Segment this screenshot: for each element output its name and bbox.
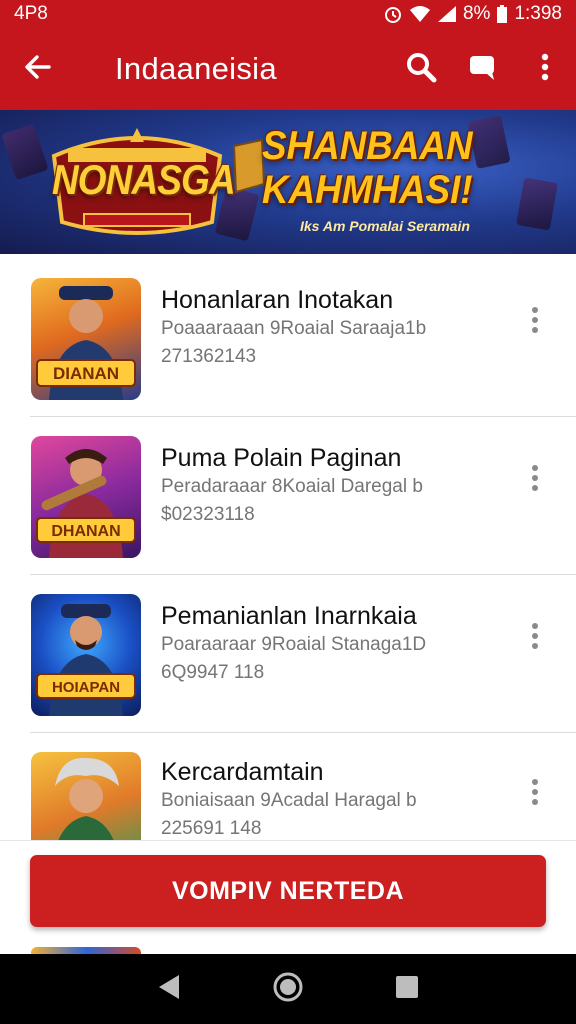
game-thumbnail: DHANAN [31, 436, 141, 558]
circle-home-icon [272, 971, 304, 1008]
card-decoration-icon [1, 123, 49, 181]
banner-subtitle: Iks Am Pomalai Seramain [300, 218, 470, 234]
game-thumbnail: DIANAN [31, 278, 141, 400]
arrow-back-icon [23, 52, 53, 87]
character-portrait-icon: DHANAN [36, 449, 136, 558]
more-vert-icon [531, 464, 539, 497]
triangle-back-icon [156, 973, 182, 1006]
chat-button[interactable] [452, 28, 514, 110]
more-vert-icon [540, 52, 550, 87]
more-vert-icon [531, 306, 539, 339]
chat-icon [468, 52, 498, 87]
game-thumbnail: HOIAPAN [31, 594, 141, 716]
item-subtitle: Boniaisaan 9Acadal Haragal b [161, 790, 417, 811]
svg-text:DIANAN: DIANAN [53, 364, 119, 383]
search-button[interactable] [390, 28, 452, 110]
search-icon [404, 50, 438, 89]
page-title: Indaaneisia [115, 51, 277, 86]
back-button[interactable] [0, 28, 76, 110]
battery-icon [496, 4, 508, 24]
signal-icon [437, 5, 457, 23]
item-more-button[interactable] [520, 618, 550, 658]
item-number: 6Q9947 118 [161, 662, 265, 683]
bottom-cta-bar: VOMPIV NERTEDA [0, 840, 576, 955]
item-more-button[interactable] [520, 774, 550, 814]
svg-text:HOIAPAN: HOIAPAN [52, 679, 120, 696]
svg-text:DHANAN: DHANAN [51, 523, 120, 540]
nav-home-button[interactable] [263, 964, 313, 1014]
item-more-button[interactable] [520, 302, 550, 342]
promo-banner[interactable]: NONASGA SHANBAAN KAHMHASI! Iks Am Pomala… [0, 110, 576, 254]
item-title: Kercardamtain [161, 758, 324, 786]
item-subtitle: Poaaaraaan 9Roaial Saraaja1b [161, 318, 427, 339]
card-decoration-icon [516, 177, 558, 231]
list-item[interactable]: DHANAN Puma Polain Paginan Peradaraaar 8… [0, 416, 576, 574]
battery-percent: 8% [462, 3, 491, 24]
item-number: 271362143 [161, 346, 257, 367]
game-thumbnail [31, 752, 141, 842]
status-left-text: 4P8 [14, 3, 48, 24]
item-subtitle: Poaraaraar 9Roaial Stanaga1D [161, 634, 427, 655]
list-item[interactable]: HOIAPAN Pemanianlan Inarnkaia Poaraaraar… [0, 574, 576, 732]
item-number: $02323118 [161, 504, 255, 525]
banner-headline-line1: SHANBAAN [262, 124, 473, 168]
character-portrait-icon [55, 757, 119, 842]
banner-logo-text: NONASGA [52, 156, 236, 203]
app-bar: Indaaneisia [0, 28, 576, 110]
nav-back-button[interactable] [144, 964, 194, 1014]
character-portrait-icon: DIANAN [36, 286, 136, 400]
character-portrait-icon: HOIAPAN [36, 604, 136, 716]
item-more-button[interactable] [520, 460, 550, 500]
more-vert-icon [531, 778, 539, 811]
item-title: Puma Polain Paginan [161, 444, 402, 472]
wifi-icon [409, 5, 431, 23]
alarm-icon [383, 4, 403, 24]
item-subtitle: Peradaraaar 8Koaial Daregal b [161, 476, 423, 497]
square-recent-icon [394, 974, 420, 1005]
item-number: 225691 148 [161, 818, 262, 839]
nav-recents-button[interactable] [382, 964, 432, 1014]
status-bar: 4P8 8% 1:398 [0, 0, 576, 28]
overflow-menu-button[interactable] [514, 28, 576, 110]
system-nav-bar [0, 954, 576, 1024]
list-item[interactable]: Kercardamtain Boniaisaan 9Acadal Haragal… [0, 732, 576, 842]
status-time: 1:398 [514, 3, 562, 24]
item-title: Honanlaran Inotakan [161, 286, 394, 314]
item-title: Pemanianlan Inarnkaia [161, 602, 417, 630]
primary-cta-button[interactable]: VOMPIV NERTEDA [30, 855, 546, 927]
more-vert-icon [531, 622, 539, 655]
list-item[interactable]: DIANAN Honanlaran Inotakan Poaaaraaan 9R… [0, 256, 576, 414]
card-decoration-icon [467, 114, 511, 170]
status-icons: 8% 1:398 [383, 3, 562, 25]
banner-headline-line2: KAHMHASI! [262, 168, 473, 212]
